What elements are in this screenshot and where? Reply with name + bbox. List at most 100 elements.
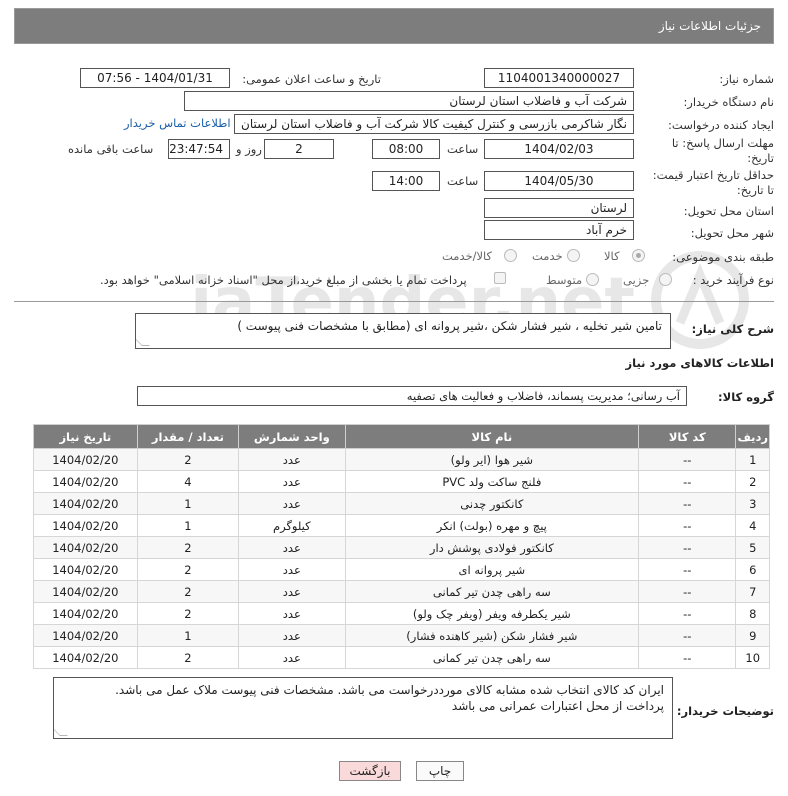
quantity-cell: 1 — [136, 514, 240, 537]
col-header-row-number: ردیف — [735, 424, 770, 449]
table-row: 6 -- شیر پروانه ای عدد 2 1404/02/20 — [33, 558, 770, 581]
min-price-time-label: ساعت — [447, 174, 479, 188]
quantity-cell: 2 — [136, 448, 240, 471]
process-radio-medium[interactable] — [586, 273, 599, 286]
need-date-cell: 1404/02/20 — [33, 536, 138, 559]
row-number-cell: 5 — [735, 536, 770, 559]
table-row: 10 -- سه راهی چدن تیر کمانی عدد 2 1404/02/20 — [33, 646, 770, 669]
col-header-need-date: تاریخ نیاز — [33, 424, 138, 449]
days-field: 2 — [264, 139, 334, 159]
need-date-cell: 1404/02/20 — [33, 448, 138, 471]
item-code-cell: -- — [638, 536, 737, 559]
creator-field: نگار شاکرمی بازرسی و کنترل کیفیت کالا شر… — [234, 114, 634, 134]
min-price-label-date: تا تاریخ: — [736, 183, 774, 197]
city-field: خرم آباد — [484, 220, 634, 240]
unit-cell: عدد — [238, 470, 346, 493]
item-code-cell: -- — [638, 492, 737, 515]
category-radio-goods[interactable] — [632, 249, 645, 262]
row-number-cell: 8 — [735, 602, 770, 625]
item-name-cell: شیر یکطرفه ویفر (ویفر چک ولو) — [344, 602, 640, 625]
unit-cell: عدد — [238, 492, 346, 515]
deadline-label-date: تاریخ: — [747, 151, 774, 165]
col-header-item-name: نام کالا — [344, 424, 640, 449]
days-label: روز و — [236, 142, 262, 156]
unit-cell: عدد — [238, 602, 346, 625]
quantity-cell: 2 — [136, 536, 240, 559]
table-row: 1 -- شیر هوا (ایر ولو) عدد 2 1404/02/20 — [33, 448, 770, 471]
deadline-time-label: ساعت — [447, 142, 479, 156]
process-radio-minor[interactable] — [659, 273, 672, 286]
print-button[interactable]: چاپ — [416, 761, 464, 781]
goods-group-label: گروه کالا: — [718, 390, 774, 404]
goods-section-title: اطلاعات کالاهای مورد نیاز — [625, 356, 774, 370]
divider — [14, 301, 774, 302]
unit-cell: عدد — [238, 448, 346, 471]
notes-textarea[interactable]: ایران کد کالای انتخاب شده مشابه کالای مو… — [53, 677, 673, 739]
row-number-cell: 1 — [735, 448, 770, 471]
item-name-cell: کانکتور چدنی — [344, 492, 640, 515]
need-date-cell: 1404/02/20 — [33, 492, 138, 515]
category-option-goods: کالا — [604, 249, 620, 263]
need-number-field: 1104001340000027 — [484, 68, 634, 88]
buyer-org-label: نام دستگاه خریدار: — [683, 95, 774, 109]
row-number-cell: 4 — [735, 514, 770, 537]
item-name-cell: شیر هوا (ایر ولو) — [344, 448, 640, 471]
remaining-time-field: 23:47:54 — [168, 139, 230, 159]
deadline-time-field: 08:00 — [372, 139, 440, 159]
announce-datetime-field: 1404/01/31 - 07:56 — [80, 68, 230, 88]
row-number-cell: 2 — [735, 470, 770, 493]
province-field: لرستان — [484, 198, 634, 218]
item-code-cell: -- — [638, 448, 737, 471]
goods-group-field: آب رسانی؛ مدیریت پسماند، فاضلاب و فعالیت… — [137, 386, 687, 406]
table-row: 8 -- شیر یکطرفه ویفر (ویفر چک ولو) عدد 2 1404… — [33, 602, 770, 625]
min-price-time-field: 14:00 — [372, 171, 440, 191]
item-code-cell: -- — [638, 558, 737, 581]
table-row: 3 -- کانکتور چدنی عدد 1 1404/02/20 — [33, 492, 770, 515]
need-date-cell: 1404/02/20 — [33, 514, 138, 537]
notes-line-2: پرداخت از محل اعتبارات عمرانی می باشد — [451, 699, 664, 713]
quantity-cell: 2 — [136, 580, 240, 603]
back-button[interactable]: بازگشت — [339, 761, 401, 781]
table-row: 7 -- سه راهی چدن تیر کمانی عدد 2 1404/02/20 — [33, 580, 770, 603]
treasury-checkbox[interactable] — [494, 272, 506, 284]
quantity-cell: 2 — [136, 602, 240, 625]
notes-label: توضیحات خریدار: — [676, 704, 774, 718]
table-row: 5 -- کانکتور فولادی پوشش دار عدد 2 1404/02/20 — [33, 536, 770, 559]
resize-handle[interactable] — [54, 728, 68, 736]
item-name-cell: پیچ و مهره (بولت) انکر — [344, 514, 640, 537]
min-price-label: حداقل تاریخ اعتبار قیمت: — [652, 168, 774, 182]
category-radio-service[interactable] — [567, 249, 580, 262]
col-header-quantity: تعداد / مقدار — [136, 424, 240, 449]
item-code-cell: -- — [638, 514, 737, 537]
row-number-cell: 6 — [735, 558, 770, 581]
unit-cell: عدد — [238, 646, 346, 669]
table-row: 4 -- پیچ و مهره (بولت) انکر کیلوگرم 1 1404/02… — [33, 514, 770, 537]
resize-handle[interactable] — [136, 338, 150, 346]
category-option-service: خدمت — [532, 249, 563, 263]
need-date-cell: 1404/02/20 — [33, 624, 138, 647]
announce-label: تاریخ و ساعت اعلان عمومی: — [242, 72, 381, 86]
buyer-contact-link[interactable]: اطلاعات تماس خریدار — [124, 116, 231, 130]
deadline-label: مهلت ارسال پاسخ: تا — [671, 136, 774, 150]
item-code-cell: -- — [638, 580, 737, 603]
quantity-cell: 4 — [136, 470, 240, 493]
province-label: استان محل تحویل: — [683, 204, 774, 218]
summary-label: شرح کلی نیاز: — [691, 322, 774, 336]
summary-text: تامین شیر تخلیه ، شیر فشار شکن ،شیر پروا… — [237, 319, 662, 333]
row-number-cell: 10 — [735, 646, 770, 669]
notes-line-1: ایران کد کالای انتخاب شده مشابه کالای مو… — [115, 683, 664, 697]
process-option-medium: متوسط — [546, 273, 583, 287]
process-note: پرداخت تمام یا بخشی از مبلغ خرید،از محل … — [100, 273, 467, 287]
quantity-cell: 2 — [136, 646, 240, 669]
summary-textarea[interactable]: تامین شیر تخلیه ، شیر فشار شکن ،شیر پروا… — [135, 313, 671, 349]
unit-cell: عدد — [238, 624, 346, 647]
row-number-cell: 9 — [735, 624, 770, 647]
min-price-date-field: 1404/05/30 — [484, 171, 634, 191]
table-row: 2 -- فلنج ساکت ولد PVC عدد 4 1404/02/20 — [33, 470, 770, 493]
process-label: نوع فرآیند خرید : — [692, 273, 774, 287]
header-bar: جزئیات اطلاعات نیاز — [14, 8, 774, 44]
item-name-cell: سه راهی چدن تیر کمانی — [344, 580, 640, 603]
category-radio-goods-service[interactable] — [504, 249, 517, 262]
deadline-date-field: 1404/02/03 — [484, 139, 634, 159]
page-title: جزئیات اطلاعات نیاز — [658, 19, 761, 33]
